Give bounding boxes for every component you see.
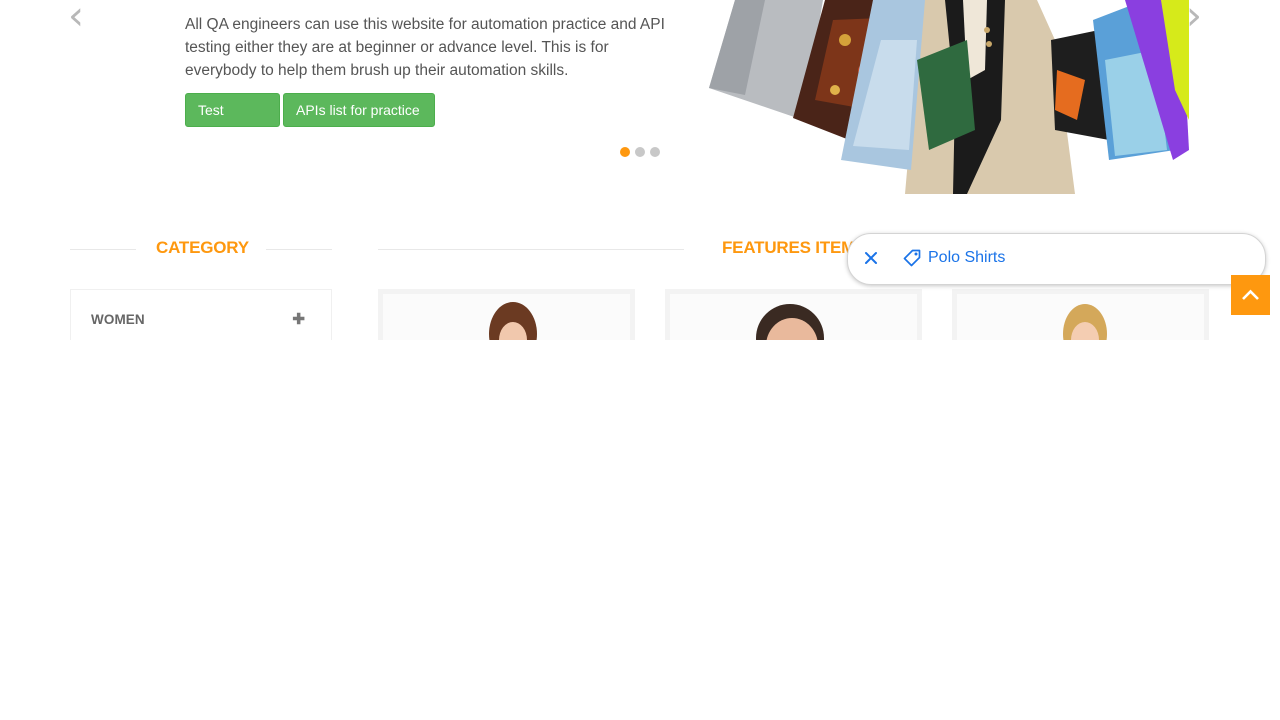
product-card-2[interactable]: [665, 289, 922, 340]
slider-dot-1[interactable]: [620, 147, 630, 157]
plus-icon[interactable]: ✚: [292, 310, 305, 328]
filter-chip: Polo Shirts: [847, 233, 1266, 285]
slider-prev-chevron-left-icon[interactable]: ‹: [68, 0, 84, 36]
category-title-rule-right: [266, 249, 332, 250]
product-image-1: [489, 302, 537, 340]
slider-dot-2[interactable]: [635, 147, 645, 157]
slider-indicators: [620, 147, 660, 157]
hero-shopping-bags-image: [705, 0, 1189, 194]
slider-dot-3[interactable]: [650, 147, 660, 157]
category-title: CATEGORY: [156, 238, 249, 257]
features-title: FEATURES ITEMS: [722, 238, 867, 257]
chevron-up-icon: [1242, 289, 1259, 300]
apis-list-button[interactable]: APIs list for practice: [283, 93, 435, 127]
product-image-2: [756, 304, 824, 340]
scroll-up-button[interactable]: [1231, 275, 1270, 315]
hero-description: All QA engineers can use this website fo…: [185, 16, 665, 79]
close-icon[interactable]: [861, 248, 881, 268]
test-cases-button[interactable]: Test Cases: [185, 93, 280, 150]
tag-icon: [902, 248, 922, 268]
product-image-3: [1063, 304, 1107, 340]
product-card-1[interactable]: [378, 289, 635, 340]
chip-label[interactable]: Polo Shirts: [928, 248, 1005, 268]
product-card-3[interactable]: [952, 289, 1209, 340]
category-panel: WOMEN ✚: [70, 289, 332, 340]
features-title-rule-left: [378, 249, 684, 250]
category-item-women[interactable]: WOMEN: [91, 312, 145, 327]
slider-next-chevron-right-icon[interactable]: ›: [1186, 0, 1202, 36]
page-viewport: ‹ All QA engineers can use this website …: [0, 0, 1280, 340]
category-title-rule-left: [70, 249, 136, 250]
